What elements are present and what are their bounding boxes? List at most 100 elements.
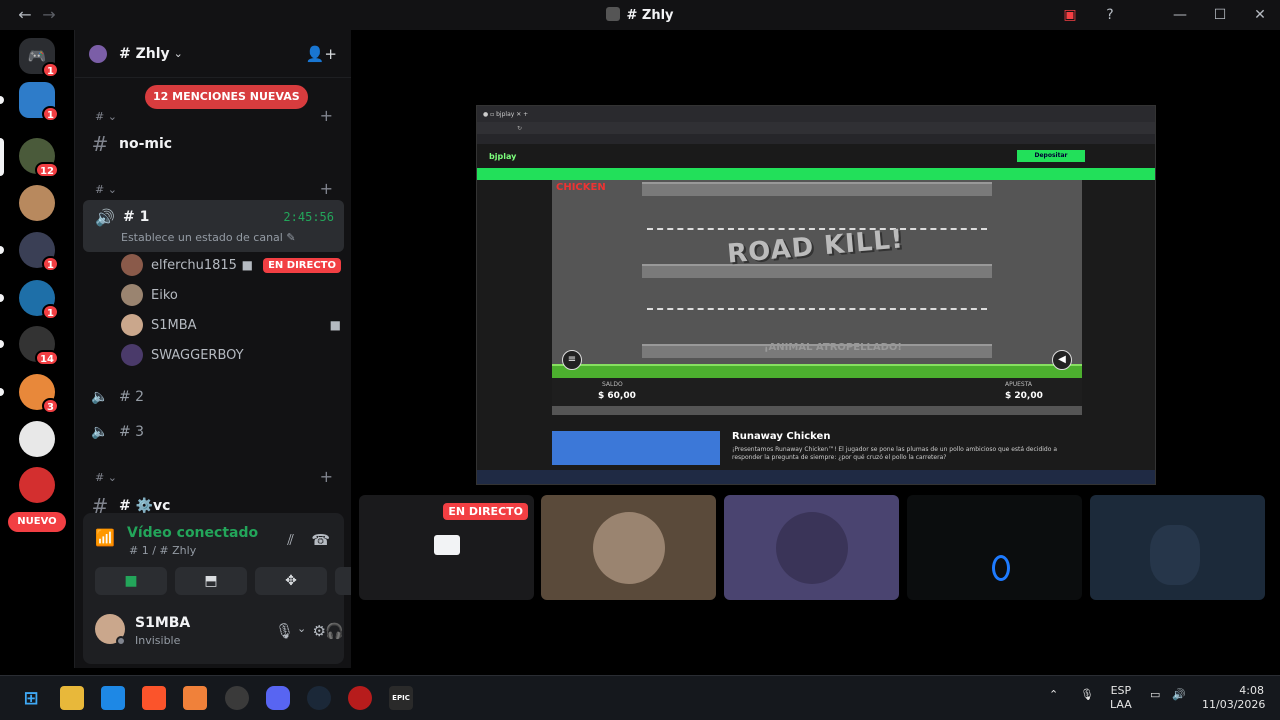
add-channel-icon[interactable]: +	[320, 179, 333, 198]
fl-studio-icon[interactable]	[183, 686, 207, 710]
server-list: 🎮 1 1 12 1 1 14 3 NUEVO	[0, 30, 74, 668]
add-channel-icon[interactable]: +	[320, 467, 333, 486]
settings-gear-icon[interactable]: ⚙	[313, 622, 326, 640]
avatar	[121, 314, 143, 336]
road-kill-text: ROAD KILL!	[726, 224, 905, 270]
microphone-icon[interactable]: 🎙	[275, 622, 294, 640]
voice-member[interactable]: elferchu1815 ■ EN DIRECTO	[121, 252, 341, 278]
window-controls: ▣ ? — ☐ ✕	[1050, 0, 1280, 30]
browser-tabbar: ● ▫ bjplay ✕ +	[477, 106, 1155, 122]
noise-suppression-icon[interactable]: ⫽	[287, 531, 294, 549]
server-icon	[606, 7, 621, 21]
server-icon-8[interactable]	[19, 421, 55, 457]
tile-participant[interactable]	[541, 495, 716, 600]
app-icon[interactable]	[225, 686, 249, 710]
site-header: bjplay Depositar	[477, 144, 1155, 168]
speaker-icon: 🔊	[95, 208, 115, 227]
server-icon-blue[interactable]: 1	[19, 82, 59, 122]
file-explorer-icon[interactable]	[60, 686, 84, 710]
voice-member[interactable]: Eiko	[121, 282, 341, 308]
speaker-icon: 🔈	[91, 389, 109, 405]
minimize-button[interactable]: —	[1160, 0, 1200, 30]
speaker-icon: 🔈	[91, 424, 109, 440]
hash-icon: #	[91, 132, 109, 156]
chevron-down-icon[interactable]: ⌄	[297, 622, 306, 635]
voice-connection-panel: 📶 Vídeo conectado # 1 / # Zhly ⫽ ☎ ■ ⬒ ✥…	[83, 513, 407, 600]
server-icon-4[interactable]: 1	[19, 232, 59, 272]
clock[interactable]: 4:08 11/03/2026	[1202, 684, 1265, 712]
camera-icon: ■	[329, 318, 341, 332]
guild-icon	[89, 44, 107, 63]
guild-header[interactable]: # Zhly ⌄ 👤+	[75, 30, 351, 78]
start-icon[interactable]: ⊞	[19, 686, 43, 710]
live-badge: EN DIRECTO	[263, 257, 341, 273]
network-icon[interactable]: ▭	[1150, 688, 1160, 702]
tile-participant[interactable]	[724, 495, 899, 600]
promo-thumbnail	[552, 431, 720, 465]
category-label[interactable]: # ⌄	[95, 183, 117, 196]
direct-messages-icon[interactable]: 🎮 1	[19, 38, 59, 78]
server-icon-zhly[interactable]: 12	[19, 138, 59, 178]
maximize-button[interactable]: ☐	[1200, 0, 1240, 30]
avatar	[776, 512, 848, 584]
avatar	[121, 254, 143, 276]
disconnect-icon[interactable]: ☎	[311, 531, 330, 549]
voice-member[interactable]: SWAGGERBOY	[121, 342, 341, 368]
store-icon[interactable]	[101, 686, 125, 710]
server-icon-7[interactable]: 3	[19, 374, 59, 414]
epic-games-icon[interactable]: EPIC	[389, 686, 413, 710]
tile-screen-share[interactable]: EN DIRECTO	[359, 495, 534, 600]
bookmarks-bar	[477, 134, 1155, 144]
volume-icon[interactable]: 🔊	[1172, 688, 1186, 702]
channel-no-mic[interactable]: # no-mic	[83, 127, 344, 161]
discord-app: ← → # Zhly ▣ ? — ☐ ✕ 🎮 1 1 12 1 1 14 3 NU…	[0, 0, 1280, 720]
close-button[interactable]: ✕	[1240, 0, 1280, 30]
voice-channel-3[interactable]: 🔈 # 3	[83, 415, 344, 449]
avatar	[121, 284, 143, 306]
shared-taskbar	[477, 470, 1155, 484]
browser-address-bar: ↻	[477, 122, 1155, 134]
discord-icon[interactable]	[266, 686, 290, 710]
new-unreads-pill[interactable]: NUEVO	[8, 512, 66, 532]
channel-sidebar: # Zhly ⌄ 👤+ 12 MENCIONES NUEVAS # ⌄ + # n…	[74, 30, 407, 668]
game-logo: CHICKEN	[556, 182, 606, 193]
monitor-icon	[434, 535, 460, 555]
microphone-icon[interactable]: 🎙	[1080, 688, 1094, 702]
server-icon-5[interactable]: 1	[19, 280, 59, 320]
steam-icon[interactable]	[307, 686, 331, 710]
mentions-pill[interactable]: 12 MENCIONES NUEVAS	[145, 85, 308, 109]
add-channel-icon[interactable]: +	[320, 106, 333, 125]
language-indicator[interactable]: ESP LAA	[1110, 684, 1132, 712]
signal-icon[interactable]: 📶	[95, 528, 115, 547]
headphones-icon[interactable]: 🎧	[325, 622, 344, 640]
app-icon[interactable]	[348, 686, 372, 710]
server-icon-6[interactable]: 14	[19, 326, 59, 366]
video-stage: ● ▫ bjplay ✕ + ↻ bjplay Depositar CHICKE…	[351, 30, 1280, 668]
screen-share-button[interactable]: ⬒	[175, 567, 247, 595]
category-label[interactable]: # ⌄	[95, 110, 117, 123]
server-icon-3[interactable]	[19, 185, 55, 221]
category-label[interactable]: # ⌄	[95, 471, 117, 484]
user-panel: S1MBA Invisible 🎙 ⌄ 🎧 ⚙	[83, 600, 344, 664]
inbox-icon[interactable]: ▣	[1050, 0, 1090, 30]
camera-button[interactable]: ■	[95, 567, 167, 595]
add-member-icon[interactable]: 👤+	[306, 45, 337, 63]
voice-channel-2[interactable]: 🔈 # 2	[83, 380, 344, 414]
server-icon-9[interactable]	[19, 467, 55, 503]
avatar	[121, 344, 143, 366]
activities-button[interactable]: ✥	[255, 567, 327, 595]
tile-webcam[interactable]	[1090, 495, 1265, 600]
title-bar: ← → # Zhly ▣ ? — ☐ ✕	[0, 0, 1280, 30]
chevron-up-icon[interactable]: ⌃	[1049, 688, 1058, 702]
headset-glow	[992, 555, 1010, 581]
tile-webcam[interactable]	[907, 495, 1082, 600]
animal-text: ¡ANIMAL ATROPELLADO!	[764, 342, 902, 353]
channel-status[interactable]: Establece un estado de canal ✎	[121, 231, 296, 244]
voice-member[interactable]: S1MBA ■	[121, 312, 341, 338]
screen-share-stream[interactable]: ● ▫ bjplay ✕ + ↻ bjplay Depositar CHICKE…	[476, 105, 1156, 485]
brave-icon[interactable]	[142, 686, 166, 710]
deposit-button: Depositar	[1017, 150, 1085, 162]
site-nav	[477, 168, 1155, 180]
help-icon[interactable]: ?	[1090, 0, 1130, 30]
voice-channel-1[interactable]: 🔊 # 1 2:45:56 Establece un estado de can…	[83, 200, 344, 252]
